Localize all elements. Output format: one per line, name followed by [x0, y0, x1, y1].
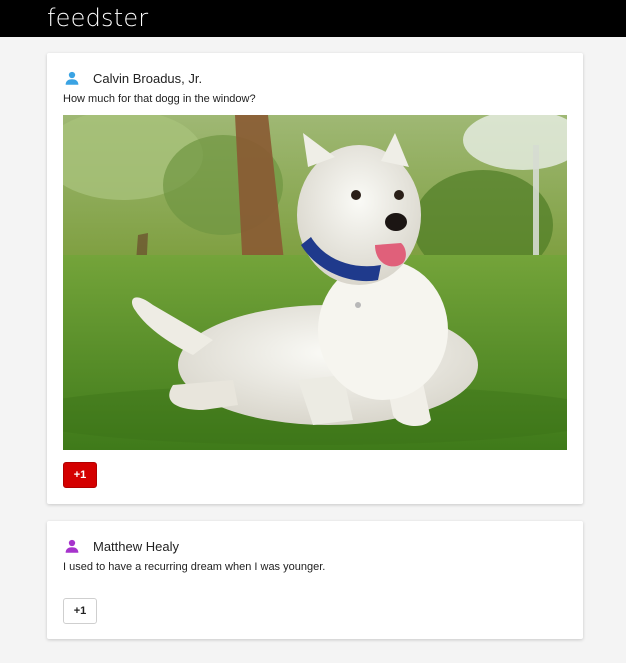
post-text: I used to have a recurring dream when I … — [63, 561, 326, 573]
post-author: Matthew Healy — [63, 537, 179, 555]
post-card: Matthew Healy I used to have a recurring… — [47, 521, 583, 639]
person-icon — [65, 71, 79, 85]
author-name[interactable]: Matthew Healy — [93, 539, 179, 554]
post-author: Calvin Broadus, Jr. — [63, 69, 202, 87]
post-card: Calvin Broadus, Jr. How much for that do… — [47, 53, 583, 504]
author-name[interactable]: Calvin Broadus, Jr. — [93, 71, 202, 86]
top-nav-bar: feedster — [0, 0, 626, 37]
post-image[interactable] — [63, 115, 567, 450]
plus-one-button[interactable]: +1 — [63, 598, 97, 624]
post-text: How much for that dogg in the window? — [63, 93, 256, 105]
person-icon — [65, 539, 79, 553]
app-logo[interactable]: feedster — [47, 4, 148, 32]
plus-one-button[interactable]: +1 — [63, 462, 97, 488]
